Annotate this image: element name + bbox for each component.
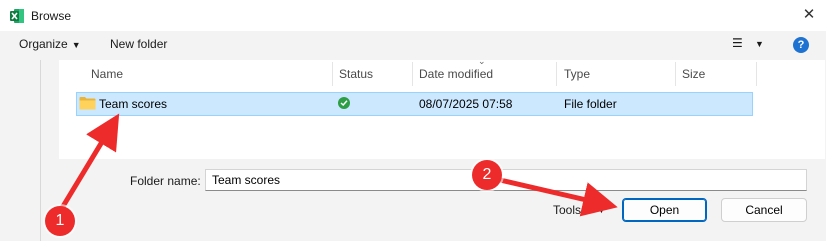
navigation-pane[interactable] [0,60,41,241]
column-header-status[interactable]: Status [339,67,373,81]
view-options-icon[interactable]: ☰ [732,36,743,50]
column-header-name[interactable]: Name [91,67,123,81]
column-divider[interactable] [556,62,557,86]
cancel-button[interactable]: Cancel [721,198,807,222]
column-header-type[interactable]: Type [564,67,590,81]
window-title: Browse [31,9,72,23]
tools-chevron-down-icon[interactable]: ▼ [597,205,606,215]
folder-name-input[interactable] [205,169,807,191]
row-type: File folder [564,97,617,111]
column-divider[interactable] [756,62,757,86]
folder-name-label: Folder name: [130,174,201,188]
column-header-date-modified[interactable]: Date modified [419,67,493,81]
column-divider[interactable] [332,62,333,86]
annotation-badge-2: 2 [472,160,502,190]
title-bar: Browse ✕ [0,0,826,31]
new-folder-button[interactable]: New folder [110,37,167,51]
table-row[interactable] [76,92,753,116]
chevron-down-icon: ▼ [71,40,81,50]
open-button[interactable]: Open [622,198,707,222]
folder-icon [79,97,96,110]
close-icon[interactable]: ✕ [796,3,822,27]
sync-status-icon [338,97,350,109]
column-divider[interactable] [675,62,676,86]
sort-indicator-icon: ⌄ [478,56,486,66]
help-icon[interactable]: ? [793,37,809,53]
row-date-modified: 08/07/2025 07:58 [419,97,513,111]
organize-label: Organize [19,37,68,51]
column-divider[interactable] [412,62,413,86]
toolbar: Organize ▼ New folder ☰ ▼ ? [0,31,826,60]
column-header-size[interactable]: Size [682,67,705,81]
tools-button[interactable]: Tools [553,203,581,217]
annotation-badge-1: 1 [45,206,75,236]
row-name: Team scores [99,97,168,111]
view-chevron-down-icon[interactable]: ▼ [755,39,764,49]
excel-icon [10,9,24,23]
browse-dialog: Browse ✕ Organize ▼ New folder ☰ ▼ ? ⌄ Na… [0,0,826,241]
organize-button[interactable]: Organize ▼ [19,37,81,51]
